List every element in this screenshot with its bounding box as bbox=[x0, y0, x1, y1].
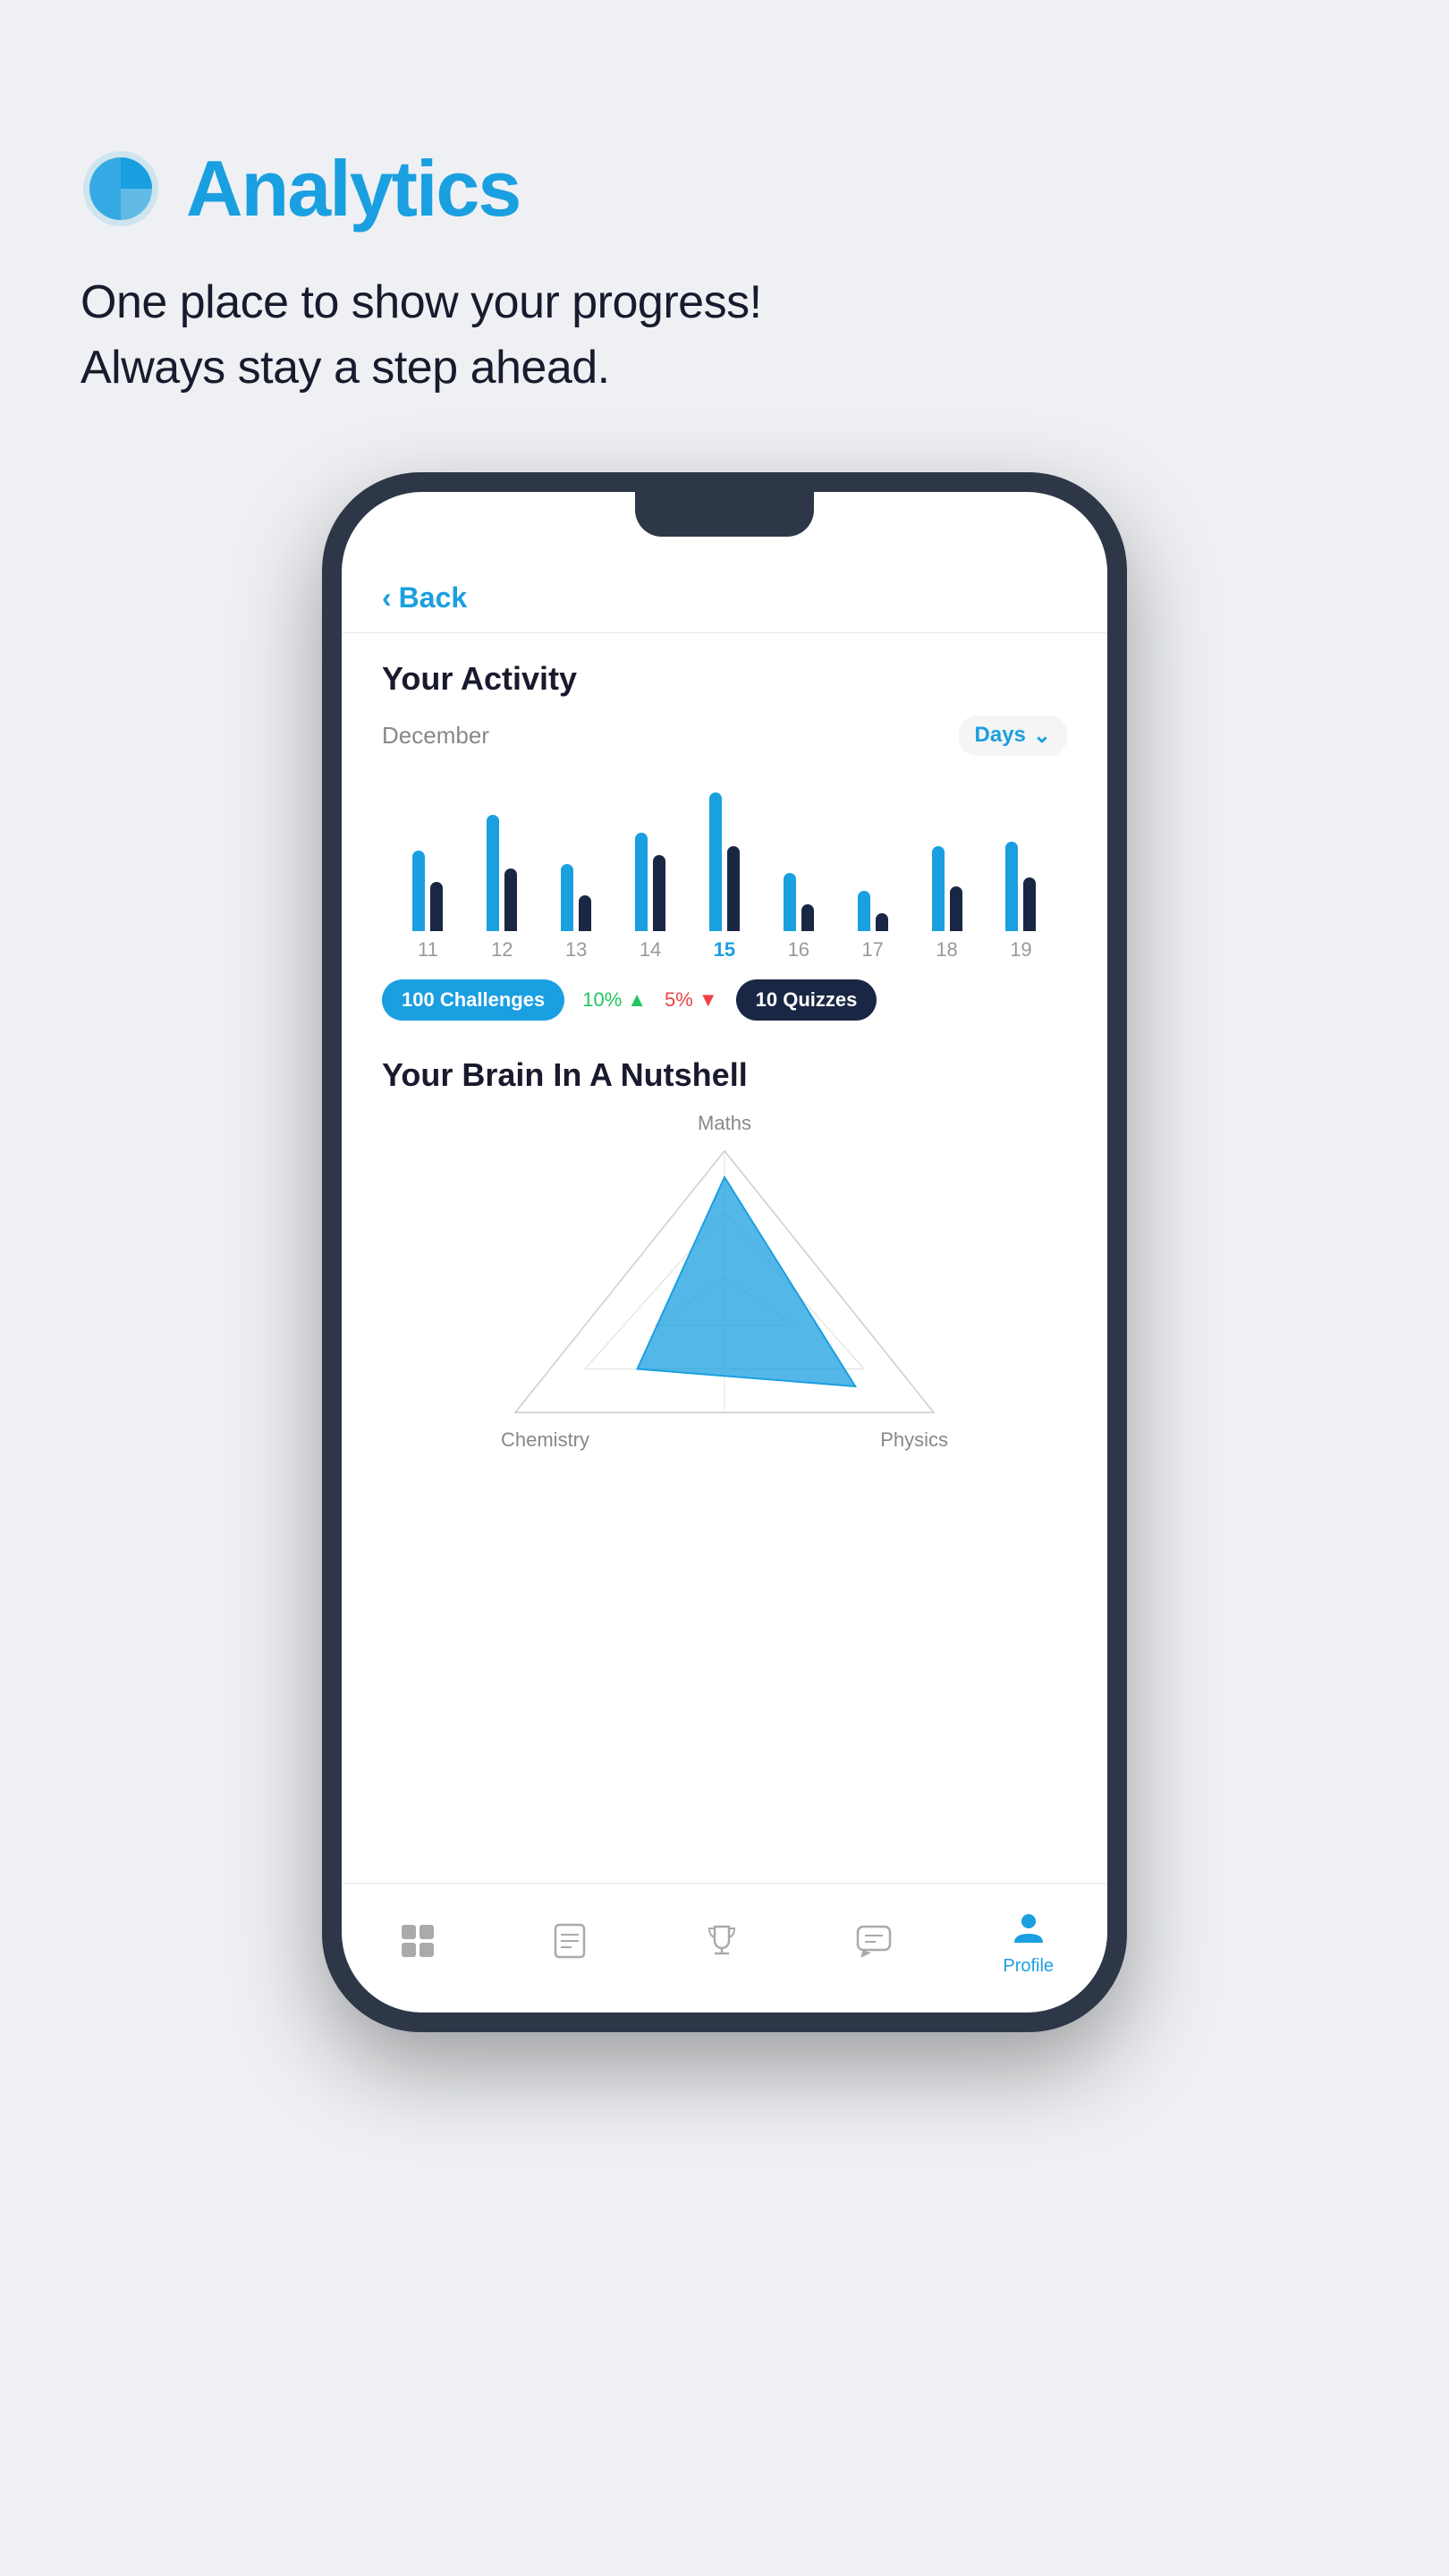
bar-group-15: 15 bbox=[709, 788, 740, 962]
bar-label: 18 bbox=[936, 938, 957, 962]
percent-down-stat: 5% ▼ bbox=[665, 988, 718, 1012]
bar bbox=[504, 869, 517, 931]
triangle-chart: Maths bbox=[382, 1112, 1067, 1452]
bar-label: 14 bbox=[640, 938, 661, 962]
bar bbox=[579, 895, 591, 931]
bar-label: 13 bbox=[565, 938, 587, 962]
physics-label: Physics bbox=[880, 1428, 948, 1452]
chat-icon bbox=[852, 1919, 896, 1963]
quizzes-badge: 10 Quizzes bbox=[736, 979, 877, 1021]
bar bbox=[932, 846, 945, 931]
bar bbox=[430, 882, 443, 931]
challenges-badge: 100 Challenges bbox=[382, 979, 564, 1021]
bottom-nav: Profile bbox=[342, 1883, 1107, 2012]
bar bbox=[801, 904, 814, 931]
nav-item-chat[interactable] bbox=[852, 1919, 896, 1963]
bar bbox=[412, 851, 425, 931]
home-icon bbox=[395, 1919, 440, 1963]
page-title: Analytics bbox=[186, 143, 520, 234]
chevron-down-icon: ⌄ bbox=[1033, 723, 1051, 749]
nav-item-lessons[interactable] bbox=[547, 1919, 592, 1963]
stats-row: 100 Challenges 10% ▲ 5% ▼ bbox=[382, 979, 1067, 1021]
lessons-icon bbox=[547, 1919, 592, 1963]
arrow-down-icon: ▼ bbox=[699, 988, 718, 1012]
bar bbox=[1023, 877, 1036, 931]
page-container: Analytics One place to show your progres… bbox=[0, 0, 1449, 2104]
phone-mockup: ‹ Back Your Activity December Days ⌄ bbox=[322, 472, 1127, 2032]
bar-label: 16 bbox=[788, 938, 809, 962]
bottom-spacer bbox=[342, 1452, 1107, 1595]
trophy-icon bbox=[699, 1919, 744, 1963]
analytics-pie-icon bbox=[80, 148, 161, 229]
bar-label-active: 15 bbox=[714, 938, 735, 962]
bar-group-17: 17 bbox=[858, 788, 888, 962]
brain-title: Your Brain In A Nutshell bbox=[382, 1056, 1067, 1094]
bar bbox=[635, 833, 648, 931]
phone-outer: ‹ Back Your Activity December Days ⌄ bbox=[322, 472, 1127, 2032]
bar-group-13: 13 bbox=[561, 788, 591, 962]
maths-label: Maths bbox=[698, 1112, 751, 1135]
bar bbox=[653, 855, 665, 931]
bar-group-19: 19 bbox=[1005, 788, 1036, 962]
bar-label: 12 bbox=[491, 938, 513, 962]
activity-header: December Days ⌄ bbox=[382, 716, 1067, 756]
bar-label: 17 bbox=[861, 938, 883, 962]
brain-section: Your Brain In A Nutshell Maths bbox=[342, 1056, 1107, 1452]
back-label: Back bbox=[399, 581, 468, 614]
chemistry-label: Chemistry bbox=[501, 1428, 589, 1452]
bar bbox=[950, 886, 962, 931]
header-section: Analytics bbox=[80, 143, 520, 234]
divider bbox=[342, 632, 1107, 633]
arrow-up-icon: ▲ bbox=[627, 988, 647, 1012]
bar bbox=[561, 864, 573, 931]
back-chevron-icon: ‹ bbox=[382, 581, 392, 614]
nav-item-trophy[interactable] bbox=[699, 1919, 744, 1963]
month-label: December bbox=[382, 722, 489, 750]
bar bbox=[784, 873, 796, 931]
radar-chart-svg bbox=[501, 1142, 948, 1421]
triangle-labels-bottom: Chemistry Physics bbox=[501, 1428, 948, 1452]
phone-notch bbox=[635, 492, 814, 537]
bar-chart: 11 12 bbox=[382, 783, 1067, 962]
screen-content: ‹ Back Your Activity December Days ⌄ bbox=[342, 492, 1107, 1595]
bar bbox=[487, 815, 499, 931]
bar-group-18: 18 bbox=[932, 788, 962, 962]
back-button[interactable]: ‹ Back bbox=[342, 564, 1107, 632]
percent-up-stat: 10% ▲ bbox=[582, 988, 647, 1012]
phone-screen: ‹ Back Your Activity December Days ⌄ bbox=[342, 492, 1107, 2012]
activity-section: Your Activity December Days ⌄ bbox=[342, 660, 1107, 1021]
bar-group-12: 12 bbox=[487, 788, 517, 962]
bar bbox=[1005, 842, 1018, 931]
bar-group-11: 11 bbox=[412, 788, 443, 962]
profile-icon bbox=[1006, 1906, 1051, 1951]
bar-label: 11 bbox=[418, 938, 438, 962]
bar bbox=[727, 846, 740, 931]
nav-item-home[interactable] bbox=[395, 1919, 440, 1963]
bar bbox=[858, 891, 870, 931]
bar-label: 19 bbox=[1010, 938, 1031, 962]
nav-item-profile[interactable]: Profile bbox=[1003, 1906, 1054, 1977]
bar-group-16: 16 bbox=[784, 788, 814, 962]
bar bbox=[709, 792, 722, 931]
tagline: One place to show your progress! Always … bbox=[80, 270, 762, 401]
days-selector[interactable]: Days ⌄ bbox=[959, 716, 1067, 756]
activity-title: Your Activity bbox=[382, 660, 1067, 698]
profile-label: Profile bbox=[1003, 1956, 1054, 1977]
bar-group-14: 14 bbox=[635, 788, 665, 962]
bar bbox=[876, 913, 888, 931]
